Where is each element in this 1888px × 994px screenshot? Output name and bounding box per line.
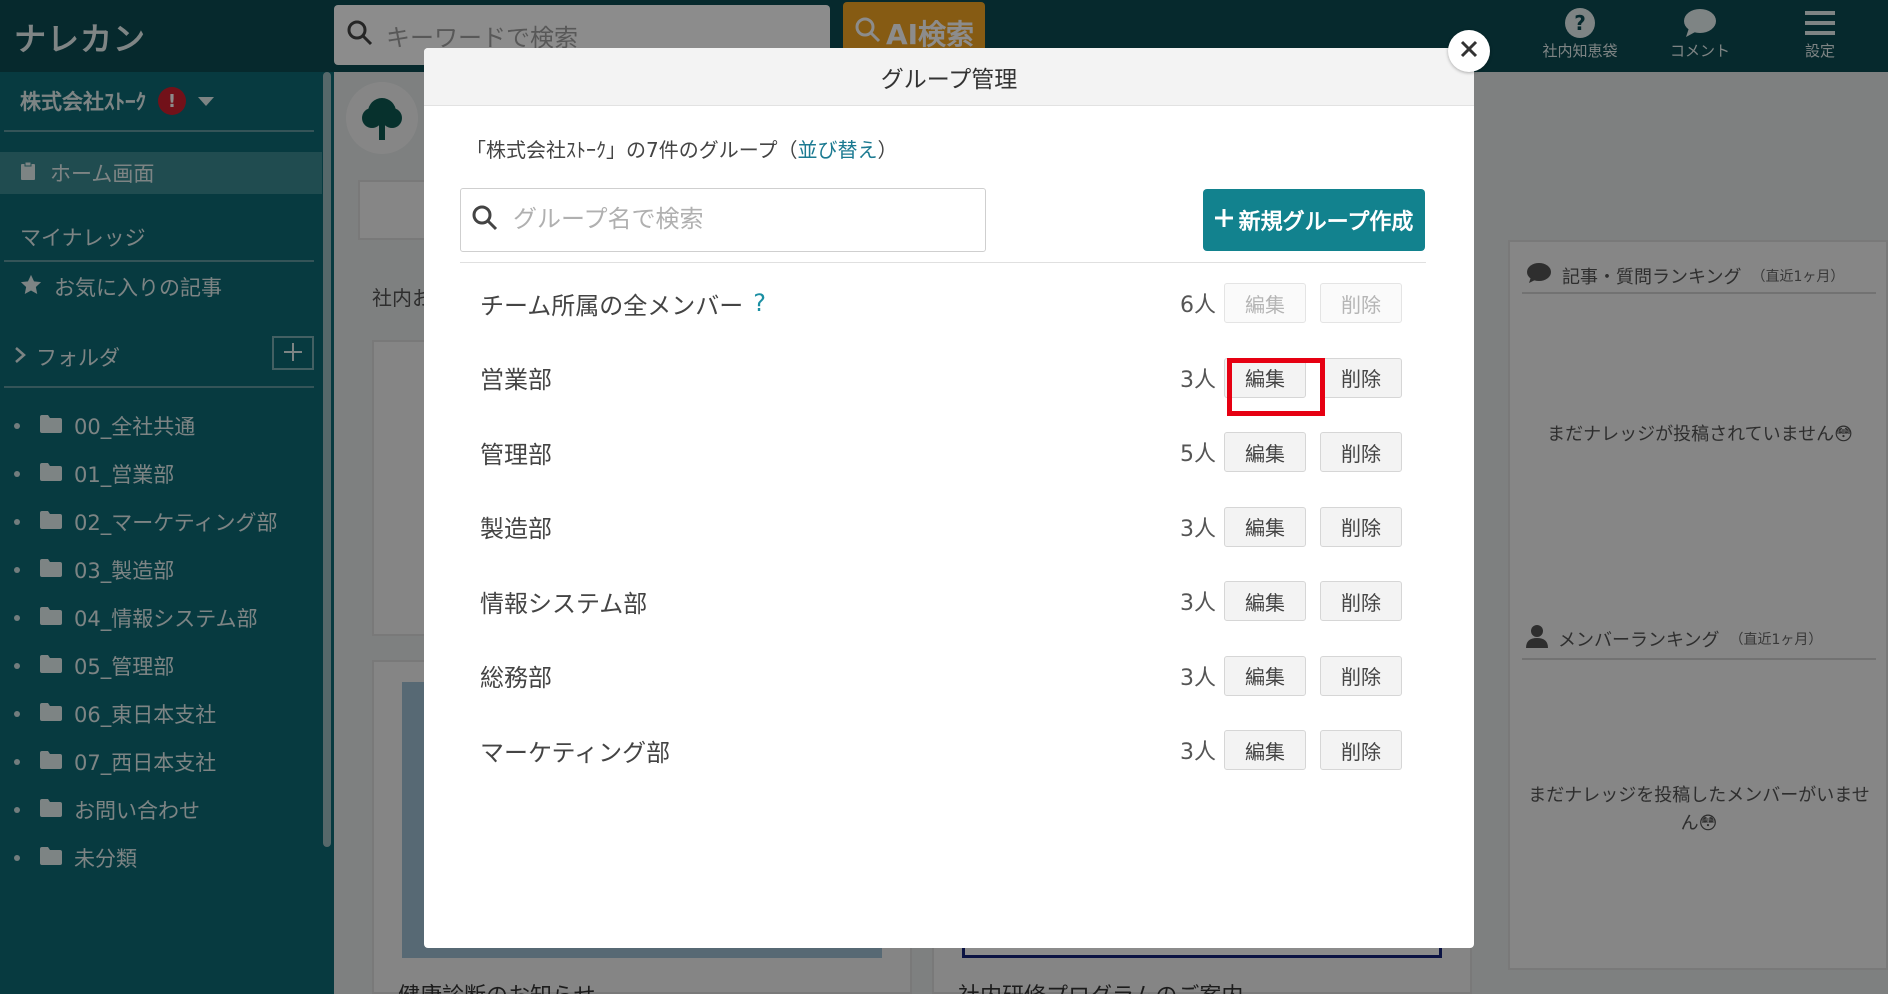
summary-prefix: 「株式会社ｽﾄｰｸ」の7件のグループ（ xyxy=(466,138,798,162)
edit-button[interactable]: 編集 xyxy=(1224,506,1306,547)
group-row: チーム所属の全メンバー ? 6人 編集 削除 xyxy=(460,266,1426,341)
group-search-box xyxy=(460,188,986,252)
group-name: 情報システム部 xyxy=(480,589,648,618)
modal-header: グループ管理 xyxy=(424,48,1474,106)
group-name: 総務部 xyxy=(480,664,552,693)
delete-button[interactable]: 削除 xyxy=(1320,655,1402,696)
member-count: 3人 xyxy=(1180,665,1216,691)
member-count: 5人 xyxy=(1180,442,1216,468)
group-row: マーケティング部 3人 編集 削除 xyxy=(460,713,1426,788)
member-count: 3人 xyxy=(1180,516,1216,542)
group-name-cell: 製造部 xyxy=(480,509,552,544)
close-icon xyxy=(1460,40,1478,62)
group-name: マーケティング部 xyxy=(480,738,671,767)
new-group-button[interactable]: 新規グループ作成 xyxy=(1203,189,1425,251)
group-name: 営業部 xyxy=(480,366,552,395)
group-name-cell: 管理部 xyxy=(480,435,552,470)
group-management-modal: グループ管理 「株式会社ｽﾄｰｸ」の7件のグループ（並び替え） 新規グループ作成… xyxy=(424,48,1474,948)
group-name-cell: チーム所属の全メンバー ? xyxy=(480,286,766,321)
edit-button[interactable]: 編集 xyxy=(1224,581,1306,622)
group-name: 管理部 xyxy=(480,440,552,469)
delete-button[interactable]: 削除 xyxy=(1320,730,1402,771)
search-icon xyxy=(471,204,499,236)
group-row: 管理部 5人 編集 削除 xyxy=(460,415,1426,490)
help-icon[interactable]: ? xyxy=(753,289,766,317)
group-row: 製造部 3人 編集 削除 xyxy=(460,490,1426,565)
group-name-cell: 情報システム部 xyxy=(480,584,647,619)
member-count: 6人 xyxy=(1180,293,1216,319)
modal-title: グループ管理 xyxy=(880,66,1018,93)
summary-suffix: ） xyxy=(877,138,898,162)
new-group-label: 新規グループ作成 xyxy=(1238,210,1414,235)
group-row: 総務部 3人 編集 削除 xyxy=(460,639,1426,714)
group-row: 情報システム部 3人 編集 削除 xyxy=(460,564,1426,639)
sort-link[interactable]: 並び替え xyxy=(798,138,878,162)
group-search-input[interactable] xyxy=(513,206,953,234)
group-summary: 「株式会社ｽﾄｰｸ」の7件のグループ（並び替え） xyxy=(466,134,898,163)
member-count: 3人 xyxy=(1180,591,1216,617)
edit-button[interactable]: 編集 xyxy=(1224,730,1306,771)
delete-button[interactable]: 削除 xyxy=(1320,357,1402,398)
group-name-cell: マーケティング部 xyxy=(480,733,670,768)
group-name: チーム所属の全メンバー xyxy=(480,291,744,320)
edit-button-disabled: 編集 xyxy=(1224,283,1306,324)
edit-button[interactable]: 編集 xyxy=(1224,432,1306,473)
delete-button[interactable]: 削除 xyxy=(1320,581,1402,622)
group-name-cell: 総務部 xyxy=(480,658,552,693)
group-name-cell: 営業部 xyxy=(480,360,552,395)
edit-button[interactable]: 編集 xyxy=(1224,655,1306,696)
member-count: 3人 xyxy=(1180,740,1216,766)
delete-button-disabled: 削除 xyxy=(1320,283,1402,324)
group-list: チーム所属の全メンバー ? 6人 編集 削除 営業部 3人 編集 削除 管理部 … xyxy=(460,266,1426,788)
edit-button-highlight xyxy=(1227,358,1325,416)
modal-divider xyxy=(460,262,1426,263)
delete-button[interactable]: 削除 xyxy=(1320,506,1402,547)
delete-button[interactable]: 削除 xyxy=(1320,432,1402,473)
plus-icon xyxy=(1214,208,1233,233)
member-count: 3人 xyxy=(1180,367,1216,393)
close-modal-button[interactable] xyxy=(1448,30,1490,72)
group-name: 製造部 xyxy=(480,515,552,544)
